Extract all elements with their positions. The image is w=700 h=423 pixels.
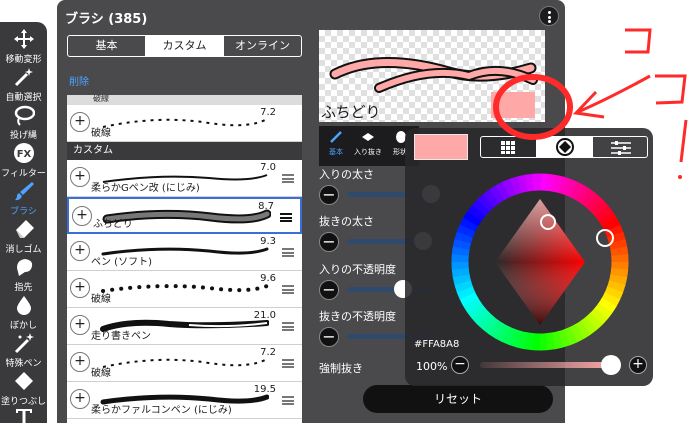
arrow-line bbox=[577, 74, 651, 114]
handwritten-exclamation-dot bbox=[678, 175, 682, 179]
handwritten-ko-1 bbox=[625, 28, 652, 54]
arrow-head bbox=[572, 90, 605, 119]
app-root: 移動変形 自動選択 投げ縄 FX フィルター ブラシ 消しゴム 指先 ぼかし 特… bbox=[0, 0, 700, 423]
handwritten-annotation bbox=[493, 28, 688, 179]
circle-mark bbox=[493, 74, 573, 140]
handwritten-ko-2 bbox=[655, 74, 687, 105]
handwritten-exclamation bbox=[679, 119, 688, 163]
